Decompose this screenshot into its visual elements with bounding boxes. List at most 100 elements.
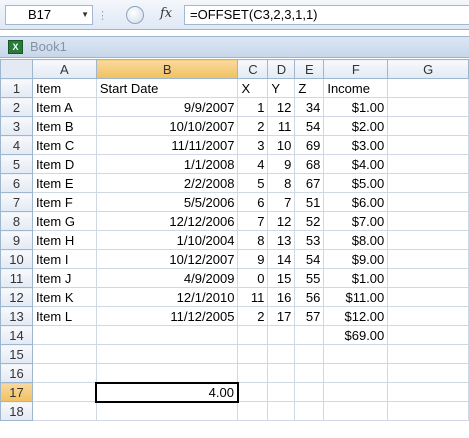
row-header-3[interactable]: 3	[0, 116, 33, 136]
cell-c16[interactable]	[237, 363, 269, 383]
row-header-4[interactable]: 4	[0, 135, 33, 155]
insert-function-icon[interactable]: fx	[160, 6, 172, 21]
row-header-8[interactable]: 8	[0, 211, 33, 231]
column-header-b[interactable]: B	[95, 59, 239, 79]
cell-b15[interactable]	[95, 344, 239, 364]
cell-e7[interactable]: 51	[294, 192, 325, 212]
cell-e4[interactable]: 69	[294, 135, 325, 155]
row-header-15[interactable]: 15	[0, 344, 33, 364]
cell-g6[interactable]	[387, 173, 469, 193]
cell-f4[interactable]: $3.00	[323, 135, 389, 155]
cell-f12[interactable]: $11.00	[323, 287, 389, 307]
row-header-16[interactable]: 16	[0, 363, 33, 383]
cell-c1[interactable]: X	[237, 78, 269, 98]
column-header-e[interactable]: E	[294, 59, 325, 79]
cell-b8[interactable]: 12/12/2006	[95, 211, 239, 231]
cell-g4[interactable]	[387, 135, 469, 155]
cell-g2[interactable]	[387, 97, 469, 117]
cell-f7[interactable]: $6.00	[323, 192, 389, 212]
cell-c11[interactable]: 0	[237, 268, 269, 288]
cell-f6[interactable]: $5.00	[323, 173, 389, 193]
column-header-c[interactable]: C	[237, 59, 269, 79]
row-header-6[interactable]: 6	[0, 173, 33, 193]
cell-e9[interactable]: 53	[294, 230, 325, 250]
cell-a16[interactable]	[31, 363, 97, 383]
cell-f16[interactable]	[323, 363, 389, 383]
cell-c10[interactable]: 9	[237, 249, 269, 269]
cell-e14[interactable]	[294, 325, 325, 345]
cell-f18[interactable]	[323, 401, 389, 421]
name-box[interactable]: B17 ▼	[5, 5, 93, 25]
cell-b1[interactable]: Start Date	[95, 78, 239, 98]
cell-e2[interactable]: 34	[294, 97, 325, 117]
cell-c17[interactable]	[237, 382, 269, 402]
cell-b13[interactable]: 11/12/2005	[95, 306, 239, 326]
splitter-grip-icon[interactable]: ⋮	[97, 9, 108, 22]
cell-b9[interactable]: 1/10/2004	[95, 230, 239, 250]
row-header-18[interactable]: 18	[0, 401, 33, 421]
cell-e17[interactable]	[294, 382, 325, 402]
formula-input[interactable]: =OFFSET(C3,2,3,1,1)	[184, 5, 469, 25]
cell-b2[interactable]: 9/9/2007	[95, 97, 239, 117]
cell-d3[interactable]: 11	[267, 116, 296, 136]
row-header-10[interactable]: 10	[0, 249, 33, 269]
cell-d18[interactable]	[267, 401, 296, 421]
cell-b10[interactable]: 10/12/2007	[95, 249, 239, 269]
cell-d2[interactable]: 12	[267, 97, 296, 117]
row-header-1[interactable]: 1	[0, 78, 33, 98]
cell-g3[interactable]	[387, 116, 469, 136]
cell-c9[interactable]: 8	[237, 230, 269, 250]
cell-c15[interactable]	[237, 344, 269, 364]
cell-g17[interactable]	[387, 382, 469, 402]
cell-f5[interactable]: $4.00	[323, 154, 389, 174]
cell-d11[interactable]: 15	[267, 268, 296, 288]
cell-b14[interactable]	[95, 325, 239, 345]
cell-a8[interactable]: Item G	[31, 211, 97, 231]
cell-g9[interactable]	[387, 230, 469, 250]
cell-e3[interactable]: 54	[294, 116, 325, 136]
cell-d8[interactable]: 12	[267, 211, 296, 231]
cell-e18[interactable]	[294, 401, 325, 421]
cell-a12[interactable]: Item K	[31, 287, 97, 307]
cell-g13[interactable]	[387, 306, 469, 326]
cell-g16[interactable]	[387, 363, 469, 383]
cell-g14[interactable]	[387, 325, 469, 345]
column-header-f[interactable]: F	[323, 59, 389, 79]
cell-b12[interactable]: 12/1/2010	[95, 287, 239, 307]
cell-g10[interactable]	[387, 249, 469, 269]
row-header-13[interactable]: 13	[0, 306, 33, 326]
cell-c3[interactable]: 2	[237, 116, 269, 136]
cell-f9[interactable]: $8.00	[323, 230, 389, 250]
cell-e8[interactable]: 52	[294, 211, 325, 231]
row-header-11[interactable]: 11	[0, 268, 33, 288]
cell-d16[interactable]	[267, 363, 296, 383]
cell-g12[interactable]	[387, 287, 469, 307]
column-header-g[interactable]: G	[387, 59, 469, 79]
cell-e10[interactable]: 54	[294, 249, 325, 269]
cell-c4[interactable]: 3	[237, 135, 269, 155]
cell-e12[interactable]: 56	[294, 287, 325, 307]
cell-e1[interactable]: Z	[294, 78, 325, 98]
cell-b4[interactable]: 11/11/2007	[95, 135, 239, 155]
cell-d14[interactable]	[267, 325, 296, 345]
chevron-down-icon[interactable]: ▼	[81, 6, 89, 24]
cell-c14[interactable]	[237, 325, 269, 345]
cell-e5[interactable]: 68	[294, 154, 325, 174]
cell-d6[interactable]: 8	[267, 173, 296, 193]
select-all-corner[interactable]	[0, 59, 33, 79]
row-header-9[interactable]: 9	[0, 230, 33, 250]
cell-a11[interactable]: Item J	[31, 268, 97, 288]
row-header-17[interactable]: 17	[0, 382, 33, 402]
cell-c5[interactable]: 4	[237, 154, 269, 174]
cell-b5[interactable]: 1/1/2008	[95, 154, 239, 174]
cell-e11[interactable]: 55	[294, 268, 325, 288]
cell-c2[interactable]: 1	[237, 97, 269, 117]
cell-d1[interactable]: Y	[267, 78, 296, 98]
cell-b11[interactable]: 4/9/2009	[95, 268, 239, 288]
cell-c18[interactable]	[237, 401, 269, 421]
row-header-7[interactable]: 7	[0, 192, 33, 212]
cell-g18[interactable]	[387, 401, 469, 421]
cell-b16[interactable]	[95, 363, 239, 383]
cell-e16[interactable]	[294, 363, 325, 383]
cell-d4[interactable]: 10	[267, 135, 296, 155]
